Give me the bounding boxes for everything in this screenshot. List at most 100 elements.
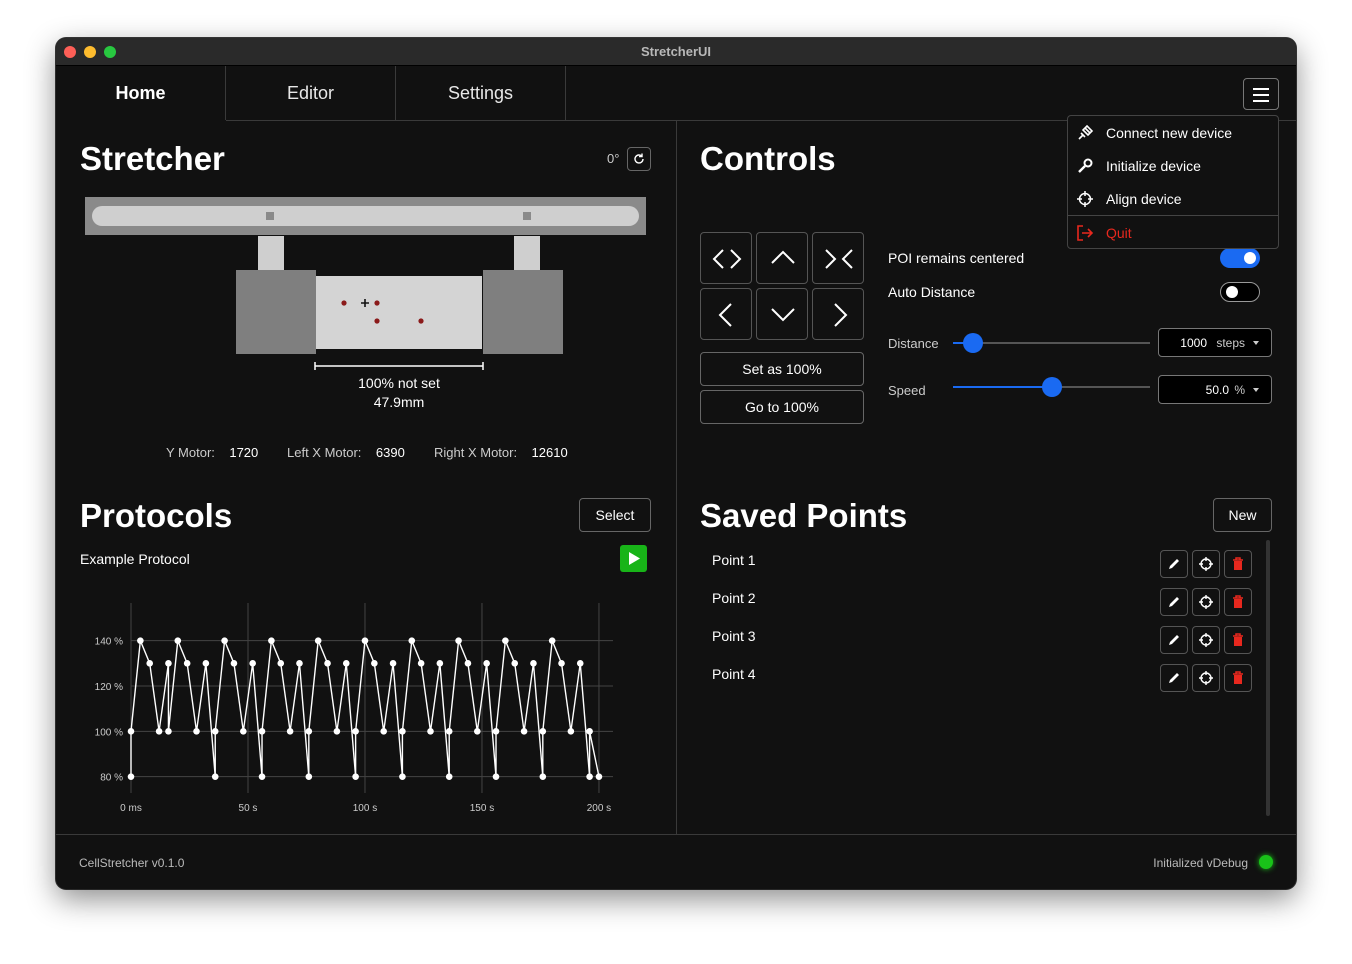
delete-point-button[interactable] xyxy=(1224,588,1252,616)
chevron-up-icon xyxy=(771,250,795,264)
saved-point-name: Point 4 xyxy=(712,666,756,682)
saved-point-name: Point 1 xyxy=(712,552,756,568)
menu-divider xyxy=(1068,215,1278,216)
play-protocol-button[interactable] xyxy=(620,545,647,572)
expand-icon xyxy=(712,249,742,269)
right-x-motor-value: 12610 xyxy=(531,445,568,460)
contract-button[interactable] xyxy=(812,232,864,284)
tab-home[interactable]: Home xyxy=(56,66,226,120)
tab-editor[interactable]: Editor xyxy=(226,66,396,120)
data-point xyxy=(352,728,359,735)
menu-item-initialize-label: Initialize device xyxy=(1106,158,1201,174)
data-point xyxy=(548,637,556,644)
menu-button[interactable] xyxy=(1243,78,1279,110)
data-point xyxy=(473,728,481,735)
crosshair-icon xyxy=(1199,671,1213,685)
point-marker xyxy=(374,300,380,306)
data-point xyxy=(455,637,462,644)
data-point xyxy=(352,773,359,780)
panel-divider xyxy=(676,121,677,834)
play-icon xyxy=(629,552,640,565)
wrench-icon xyxy=(1078,158,1093,173)
data-point xyxy=(427,728,434,735)
new-point-button[interactable]: New xyxy=(1213,498,1272,532)
poi-centered-toggle[interactable] xyxy=(1220,248,1260,268)
y-motor-label: Y Motor: xyxy=(166,445,215,460)
move-up-button[interactable] xyxy=(756,232,808,284)
pencil-icon xyxy=(1169,673,1179,683)
stretcher-title: Stretcher xyxy=(80,140,225,177)
data-point xyxy=(576,660,584,667)
data-point xyxy=(342,660,350,667)
menu-item-initialize[interactable]: Initialize device xyxy=(1076,151,1201,181)
y-tick-label: 120 % xyxy=(95,682,123,693)
select-protocol-button[interactable]: Select xyxy=(579,498,651,532)
data-point xyxy=(193,728,200,735)
expand-button[interactable] xyxy=(700,232,752,284)
edit-point-button[interactable] xyxy=(1160,588,1188,616)
data-point xyxy=(230,660,238,667)
go-to-100-button[interactable]: Go to 100% xyxy=(700,390,864,424)
speed-slider-handle[interactable] xyxy=(1041,377,1062,397)
pencil-icon xyxy=(1169,597,1179,607)
delete-point-button[interactable] xyxy=(1224,626,1252,654)
x-tick-label: 0 ms xyxy=(120,803,142,813)
move-down-button[interactable] xyxy=(756,288,808,340)
data-point xyxy=(268,637,275,644)
plug-icon xyxy=(1078,124,1094,140)
rotate-button[interactable] xyxy=(627,147,651,171)
set-100-button[interactable]: Set as 100% xyxy=(700,352,864,386)
menu-item-quit[interactable]: Quit xyxy=(1076,218,1132,248)
data-point xyxy=(436,660,444,667)
point-marker xyxy=(341,300,347,306)
auto-distance-toggle[interactable] xyxy=(1220,282,1260,302)
data-point xyxy=(361,637,369,644)
data-point xyxy=(146,660,154,667)
y-tick-label: 80 % xyxy=(100,773,123,784)
trash-icon xyxy=(1233,595,1243,608)
x-tick-label: 150 s xyxy=(470,803,494,813)
move-left-button[interactable] xyxy=(700,288,752,340)
controls-title: Controls xyxy=(700,140,836,177)
data-point xyxy=(380,728,387,735)
y-tick-label: 140 % xyxy=(95,637,123,648)
pencil-icon xyxy=(1169,559,1179,569)
target-point-button[interactable] xyxy=(1192,626,1220,654)
protocol-chart: 80 % 100 % 120 % 140 % 0 ms 50 s 100 s 150 s 200… xyxy=(95,603,613,813)
data-point xyxy=(371,660,378,667)
title-bar: StretcherUI xyxy=(56,38,1296,66)
rotation-value: 0° xyxy=(607,151,620,166)
data-point xyxy=(249,660,256,667)
speed-unit: % xyxy=(1234,383,1245,397)
delete-point-button[interactable] xyxy=(1224,550,1252,578)
data-point xyxy=(417,660,425,667)
left-x-motor-readout: Left X Motor: 6390 xyxy=(287,445,405,460)
edit-point-button[interactable] xyxy=(1160,626,1188,654)
data-point xyxy=(530,660,537,667)
move-right-button[interactable] xyxy=(812,288,864,340)
speed-label: Speed xyxy=(888,383,926,398)
menu-item-connect[interactable]: Connect new device xyxy=(1076,118,1232,148)
menu-item-align[interactable]: Align device xyxy=(1076,184,1182,214)
distance-slider-handle[interactable] xyxy=(962,333,983,353)
edit-point-button[interactable] xyxy=(1160,550,1188,578)
menu-item-connect-label: Connect new device xyxy=(1106,125,1233,141)
sample-membrane xyxy=(316,276,482,349)
target-point-button[interactable] xyxy=(1192,550,1220,578)
scale-bar xyxy=(314,362,484,370)
rotate-icon xyxy=(634,153,644,164)
left-x-motor-label: Left X Motor: xyxy=(287,445,362,460)
delete-point-button[interactable] xyxy=(1224,664,1252,692)
data-point xyxy=(165,660,172,667)
x-tick-label: 100 s xyxy=(353,803,377,813)
speed-input[interactable]: 50.0 % xyxy=(1158,375,1272,404)
left-x-motor-value: 6390 xyxy=(375,445,405,460)
distance-input[interactable]: 1000 steps xyxy=(1158,328,1272,357)
target-point-button[interactable] xyxy=(1192,664,1220,692)
points-scrollbar[interactable] xyxy=(1266,540,1270,816)
edit-point-button[interactable] xyxy=(1160,664,1188,692)
data-point xyxy=(221,637,228,644)
target-point-button[interactable] xyxy=(1192,588,1220,616)
protocol-name: Example Protocol xyxy=(80,551,190,567)
tab-settings[interactable]: Settings xyxy=(396,66,566,120)
